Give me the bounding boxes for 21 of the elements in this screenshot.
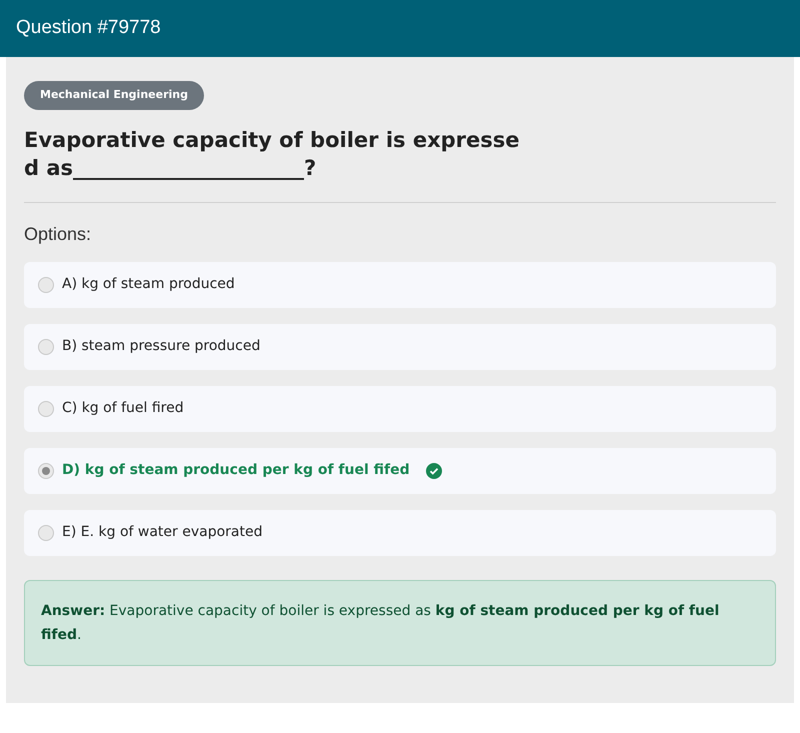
option-row[interactable]: A) kg of steam produced [24, 262, 776, 308]
option-label: B) steam pressure produced [62, 337, 260, 356]
answer-text: Answer: Evaporative capacity of boiler is expressed as kg of steam produced per kg of fuel fifed. [41, 602, 720, 644]
option-row[interactable]: C) kg of fuel fired [24, 386, 776, 432]
radio-button[interactable] [38, 338, 54, 354]
option-label: A) kg of steam produced [62, 275, 235, 294]
radio-button[interactable] [38, 524, 54, 540]
option-row[interactable]: B) steam pressure produced [24, 324, 776, 370]
option-label: E) E. kg of water evaporated [62, 523, 262, 542]
radio-button[interactable] [38, 462, 54, 478]
option-row[interactable]: E) E. kg of water evaporated [24, 510, 776, 556]
page-title: Question #79778 [16, 16, 161, 40]
radio-button[interactable] [38, 276, 54, 292]
category-badge: Mechanical Engineering [24, 81, 204, 110]
option-row[interactable]: D) kg of steam produced per kg of fuel fifed [24, 448, 776, 494]
check-circle-icon [426, 462, 442, 478]
question-text: Evaporative capacity of boiler is expressed as______________________? [24, 126, 520, 182]
option-label: D) kg of steam produced per kg of fuel fifed [62, 461, 410, 480]
option-label: C) kg of fuel fired [62, 399, 184, 418]
options-heading: Options: [24, 222, 92, 246]
radio-button[interactable] [38, 400, 54, 416]
